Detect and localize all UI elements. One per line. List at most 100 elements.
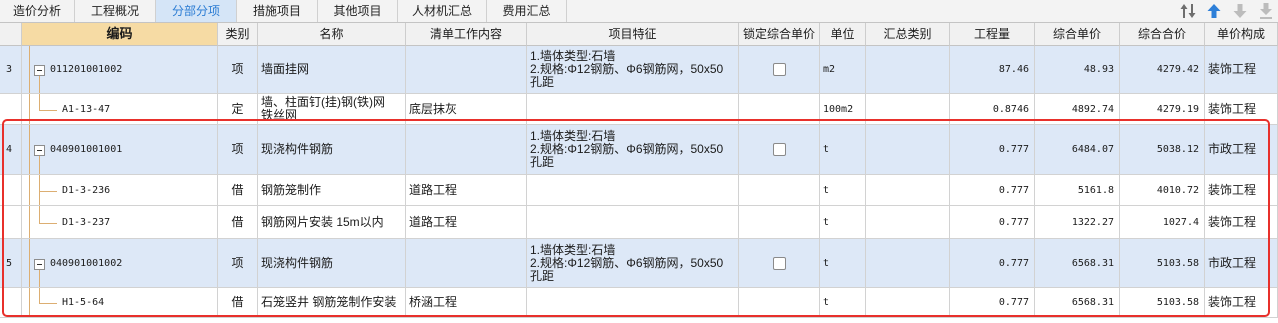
category-cell[interactable]: 定 — [218, 94, 258, 125]
summary-category-cell[interactable] — [866, 239, 950, 288]
work-content-cell[interactable] — [406, 239, 527, 288]
total-price-cell[interactable]: 1027.4 — [1120, 206, 1205, 239]
quantity-cell[interactable]: 0.8746 — [950, 94, 1035, 125]
row-number-cell[interactable]: 3 — [0, 46, 22, 94]
row-number-cell[interactable] — [0, 206, 22, 239]
price-composition-cell[interactable]: 市政工程 — [1205, 239, 1278, 288]
lock-price-checkbox[interactable] — [772, 63, 786, 76]
row-number-cell[interactable] — [0, 94, 22, 125]
name-cell[interactable]: 墙面挂网 — [258, 46, 406, 94]
summary-category-cell[interactable] — [866, 125, 950, 175]
unit-price-cell[interactable]: 6484.07 — [1035, 125, 1120, 175]
name-cell[interactable]: 现浇构件钢筋 — [258, 239, 406, 288]
total-price-cell[interactable]: 5103.58 — [1120, 288, 1205, 318]
features-cell[interactable] — [527, 94, 739, 125]
code-cell[interactable]: 040901001002 — [22, 239, 218, 288]
quantity-cell[interactable]: 0.777 — [950, 239, 1035, 288]
category-cell[interactable]: 借 — [218, 175, 258, 206]
unit-price-cell[interactable]: 4892.74 — [1035, 94, 1120, 125]
price-composition-cell[interactable]: 装饰工程 — [1205, 94, 1278, 125]
quota-item-row[interactable]: D1-3-236 借 钢筋笼制作 道路工程 t 0.777 5161.8 4010.72 装饰工… — [0, 175, 1278, 206]
category-cell[interactable]: 项 — [218, 125, 258, 175]
features-cell[interactable]: 1.墙体类型:石墙 2.规格:Φ12钢筋、Φ6钢筋网，50x50 孔距 — [527, 239, 739, 288]
row-number-cell[interactable] — [0, 175, 22, 206]
total-price-cell[interactable]: 4279.19 — [1120, 94, 1205, 125]
price-composition-cell[interactable]: 装饰工程 — [1205, 206, 1278, 239]
quantity-cell[interactable]: 0.777 — [950, 175, 1035, 206]
code-cell[interactable]: D1-3-237 — [22, 206, 218, 239]
lock-price-cell[interactable] — [739, 288, 820, 318]
header-unit-price[interactable]: 综合单价 — [1035, 23, 1120, 46]
code-cell[interactable]: 040901001001 — [22, 125, 218, 175]
category-cell[interactable]: 借 — [218, 206, 258, 239]
work-content-cell[interactable]: 道路工程 — [406, 206, 527, 239]
move-down-icon[interactable] — [1232, 2, 1248, 20]
quota-item-row[interactable]: A1-13-47 定 墙、柱面钉(挂)钢(铁)网 铁丝网 底层抹灰 100m2 0.874… — [0, 94, 1278, 125]
collapse-toggle-button[interactable] — [34, 65, 45, 76]
quota-item-row[interactable]: D1-3-237 借 钢筋网片安装 15m以内 道路工程 t 0.777 1322.27 10… — [0, 206, 1278, 239]
category-cell[interactable]: 项 — [218, 239, 258, 288]
category-cell[interactable]: 借 — [218, 288, 258, 318]
name-cell[interactable]: 钢筋笼制作 — [258, 175, 406, 206]
unit-cell[interactable]: t — [820, 206, 866, 239]
unit-price-cell[interactable]: 48.93 — [1035, 46, 1120, 94]
price-composition-cell[interactable]: 市政工程 — [1205, 125, 1278, 175]
move-to-bottom-icon[interactable] — [1258, 2, 1274, 20]
name-cell[interactable]: 钢筋网片安装 15m以内 — [258, 206, 406, 239]
tab-other-items[interactable]: 其他项目 — [318, 0, 398, 22]
quantity-cell[interactable]: 0.777 — [950, 206, 1035, 239]
unit-cell[interactable]: t — [820, 288, 866, 318]
lock-price-cell[interactable] — [739, 125, 820, 175]
lock-price-cell[interactable] — [739, 175, 820, 206]
lock-price-checkbox[interactable] — [772, 143, 786, 156]
header-corner[interactable] — [0, 23, 22, 46]
work-content-cell[interactable]: 底层抹灰 — [406, 94, 527, 125]
name-cell[interactable]: 现浇构件钢筋 — [258, 125, 406, 175]
lock-price-cell[interactable] — [739, 46, 820, 94]
code-cell[interactable]: A1-13-47 — [22, 94, 218, 125]
header-unit[interactable]: 单位 — [820, 23, 866, 46]
code-cell[interactable]: 011201001002 — [22, 46, 218, 94]
bill-item-row[interactable]: 4 040901001001 项 现浇构件钢筋 1.墙体类型:石墙 2.规格:Φ12钢筋… — [0, 125, 1278, 175]
code-cell[interactable]: H1-5-64 — [22, 288, 218, 318]
features-cell[interactable] — [527, 288, 739, 318]
work-content-cell[interactable]: 桥涵工程 — [406, 288, 527, 318]
bill-item-row[interactable]: 5 040901001002 项 现浇构件钢筋 1.墙体类型:石墙 2.规格:Φ12钢筋… — [0, 239, 1278, 288]
tab-cost-analysis[interactable]: 造价分析 — [0, 0, 75, 22]
work-content-cell[interactable] — [406, 46, 527, 94]
quantity-cell[interactable]: 87.46 — [950, 46, 1035, 94]
work-content-cell[interactable]: 道路工程 — [406, 175, 527, 206]
total-price-cell[interactable]: 5103.58 — [1120, 239, 1205, 288]
collapse-toggle-button[interactable] — [34, 259, 45, 270]
tab-fee-summary[interactable]: 费用汇总 — [487, 0, 567, 22]
bill-item-row[interactable]: 3 011201001002 项 墙面挂网 1.墙体类型:石墙 2.规格:Φ12钢筋、Φ… — [0, 46, 1278, 94]
summary-category-cell[interactable] — [866, 94, 950, 125]
unit-cell[interactable]: m2 — [820, 46, 866, 94]
header-total-price[interactable]: 综合合价 — [1120, 23, 1205, 46]
unit-cell[interactable]: t — [820, 239, 866, 288]
unit-price-cell[interactable]: 1322.27 — [1035, 206, 1120, 239]
name-cell[interactable]: 墙、柱面钉(挂)钢(铁)网 铁丝网 — [258, 94, 406, 125]
row-number-cell[interactable]: 4 — [0, 125, 22, 175]
unit-cell[interactable]: t — [820, 175, 866, 206]
total-price-cell[interactable]: 4010.72 — [1120, 175, 1205, 206]
header-category[interactable]: 类别 — [218, 23, 258, 46]
unit-cell[interactable]: 100m2 — [820, 94, 866, 125]
header-work-content[interactable]: 清单工作内容 — [406, 23, 527, 46]
features-cell[interactable] — [527, 175, 739, 206]
name-cell[interactable]: 石笼竖井 钢筋笼制作安装 — [258, 288, 406, 318]
tab-resource-summary[interactable]: 人材机汇总 — [398, 0, 487, 22]
quota-item-row[interactable]: H1-5-64 借 石笼竖井 钢筋笼制作安装 桥涵工程 t 0.777 6568.31 510… — [0, 288, 1278, 318]
row-number-cell[interactable]: 5 — [0, 239, 22, 288]
category-cell[interactable]: 项 — [218, 46, 258, 94]
quantity-cell[interactable]: 0.777 — [950, 288, 1035, 318]
price-composition-cell[interactable]: 装饰工程 — [1205, 175, 1278, 206]
summary-category-cell[interactable] — [866, 46, 950, 94]
summary-category-cell[interactable] — [866, 175, 950, 206]
lock-price-cell[interactable] — [739, 206, 820, 239]
header-name[interactable]: 名称 — [258, 23, 406, 46]
price-composition-cell[interactable]: 装饰工程 — [1205, 288, 1278, 318]
tab-measures[interactable]: 措施项目 — [237, 0, 318, 22]
header-code[interactable]: 编码 — [22, 23, 218, 46]
summary-category-cell[interactable] — [866, 206, 950, 239]
